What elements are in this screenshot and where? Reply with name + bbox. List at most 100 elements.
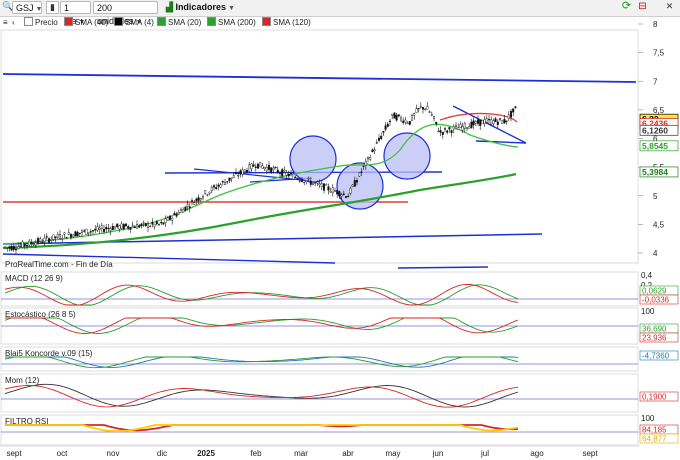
- indicator-value-tag-label: 0,0629: [642, 287, 667, 296]
- candle-body: [470, 121, 473, 128]
- candle-body: [91, 230, 94, 232]
- candle-body: [342, 193, 345, 195]
- candle-body: [87, 232, 90, 234]
- candle-body: [270, 167, 273, 173]
- candle-body: [323, 183, 326, 191]
- candle-body: [334, 190, 337, 192]
- price-axis: 44,555,566,577,58: [638, 20, 665, 258]
- y-tick-label: 4,5: [653, 220, 665, 229]
- candle-body: [285, 172, 288, 176]
- candle-body: [457, 127, 460, 130]
- price-value-tags: 6,326,24366,12605,85455,3984: [639, 113, 679, 178]
- candle-body: [340, 194, 343, 197]
- candle-body: [316, 181, 319, 184]
- candle-body: [118, 225, 121, 230]
- candle-body: [496, 121, 499, 125]
- y-tick-label: 8: [653, 20, 658, 29]
- candle-body: [331, 187, 334, 194]
- candle-body: [96, 226, 99, 231]
- candle-body: [14, 248, 17, 251]
- time-axis: sept oct nov dic 2025 feb mar abr may jun jul ago se…: [0, 445, 640, 458]
- candle-body: [188, 206, 191, 209]
- candle-body: [78, 232, 81, 234]
- candle-body: [303, 181, 306, 184]
- candle-body: [151, 221, 154, 225]
- candle-body: [318, 183, 321, 186]
- candle-body: [54, 236, 57, 238]
- candle-body: [72, 234, 75, 238]
- candle-body: [208, 191, 211, 194]
- candle-body: [417, 108, 420, 110]
- candle-body: [503, 118, 506, 124]
- candle-body: [140, 223, 143, 226]
- candle-body: [32, 244, 35, 246]
- candle-body: [325, 184, 328, 186]
- candle-body: [298, 180, 301, 182]
- candle-body: [428, 111, 431, 113]
- candle-body: [85, 228, 88, 235]
- candle-body: [184, 206, 187, 211]
- candle-body: [435, 121, 438, 124]
- candle-body: [393, 112, 396, 119]
- indicator-value-tag-label: 64,877: [642, 435, 667, 444]
- candle-body: [219, 184, 222, 188]
- x-tick-label: mar: [294, 449, 308, 458]
- highlight-circle: [289, 135, 337, 183]
- candle-body: [395, 114, 398, 121]
- candle-body: [116, 223, 119, 228]
- candle-body: [197, 197, 200, 201]
- candle-body: [6, 247, 9, 249]
- candle-body: [329, 191, 332, 193]
- candle-body: [259, 161, 262, 168]
- candle-body: [320, 183, 323, 188]
- x-tick-label: jul: [480, 449, 489, 458]
- candle-body: [142, 222, 145, 224]
- candle-body: [382, 131, 385, 133]
- top-short-line: [397, 266, 489, 269]
- candle-body: [389, 120, 392, 123]
- candle-body: [402, 120, 405, 123]
- candle-body: [437, 130, 440, 133]
- candle-body: [28, 240, 31, 246]
- candle-body: [406, 122, 409, 124]
- candle-body: [175, 213, 178, 217]
- candle-body: [472, 120, 475, 126]
- indicator-panels: MACD (12 26 9) 0,40,20,0629-0,0336Estocás…: [0, 271, 679, 446]
- price-value-tag-label: 5,3984: [642, 167, 668, 177]
- indicator-value-tag-label: 84,185: [642, 426, 667, 435]
- x-tick-label: feb: [250, 449, 262, 458]
- candle-body: [94, 228, 97, 231]
- candle-body: [241, 169, 244, 175]
- candle-body: [89, 231, 92, 233]
- x-tick-label: sept: [6, 449, 22, 458]
- candle-body: [153, 224, 156, 227]
- indicator-panel-title: Mom (12): [5, 376, 40, 385]
- candle-body: [162, 222, 165, 225]
- candle-body: [190, 200, 193, 202]
- candle-body: [441, 131, 444, 135]
- candle-body: [50, 238, 53, 241]
- candle-body: [131, 225, 134, 227]
- price-value-tag-label: 6,1260: [642, 125, 668, 135]
- candle-body: [52, 234, 55, 240]
- candle-body: [479, 119, 482, 126]
- candle-body: [279, 172, 282, 174]
- candle-body: [490, 119, 493, 125]
- chart-canvas[interactable]: 44,555,566,577,58 6,326,24366,12605,8545…: [0, 0, 680, 460]
- candle-body: [243, 169, 246, 172]
- indicator-panel-title: MACD (12 26 9): [5, 274, 63, 283]
- y-tick-label: 7,5: [653, 49, 665, 58]
- candle-body: [397, 114, 400, 117]
- candle-body: [404, 119, 407, 123]
- candle-body: [492, 120, 495, 124]
- watermark: ProRealTime.com - Fin de Día: [5, 260, 113, 269]
- candle-body: [248, 164, 251, 172]
- candle-body: [74, 231, 77, 237]
- candle-body: [351, 184, 354, 187]
- candle-body: [254, 166, 257, 168]
- candle-body: [10, 245, 13, 251]
- x-tick-label: abr: [342, 449, 354, 458]
- candle-body: [226, 181, 229, 183]
- candle-body: [481, 120, 484, 124]
- candle-body: [83, 230, 86, 232]
